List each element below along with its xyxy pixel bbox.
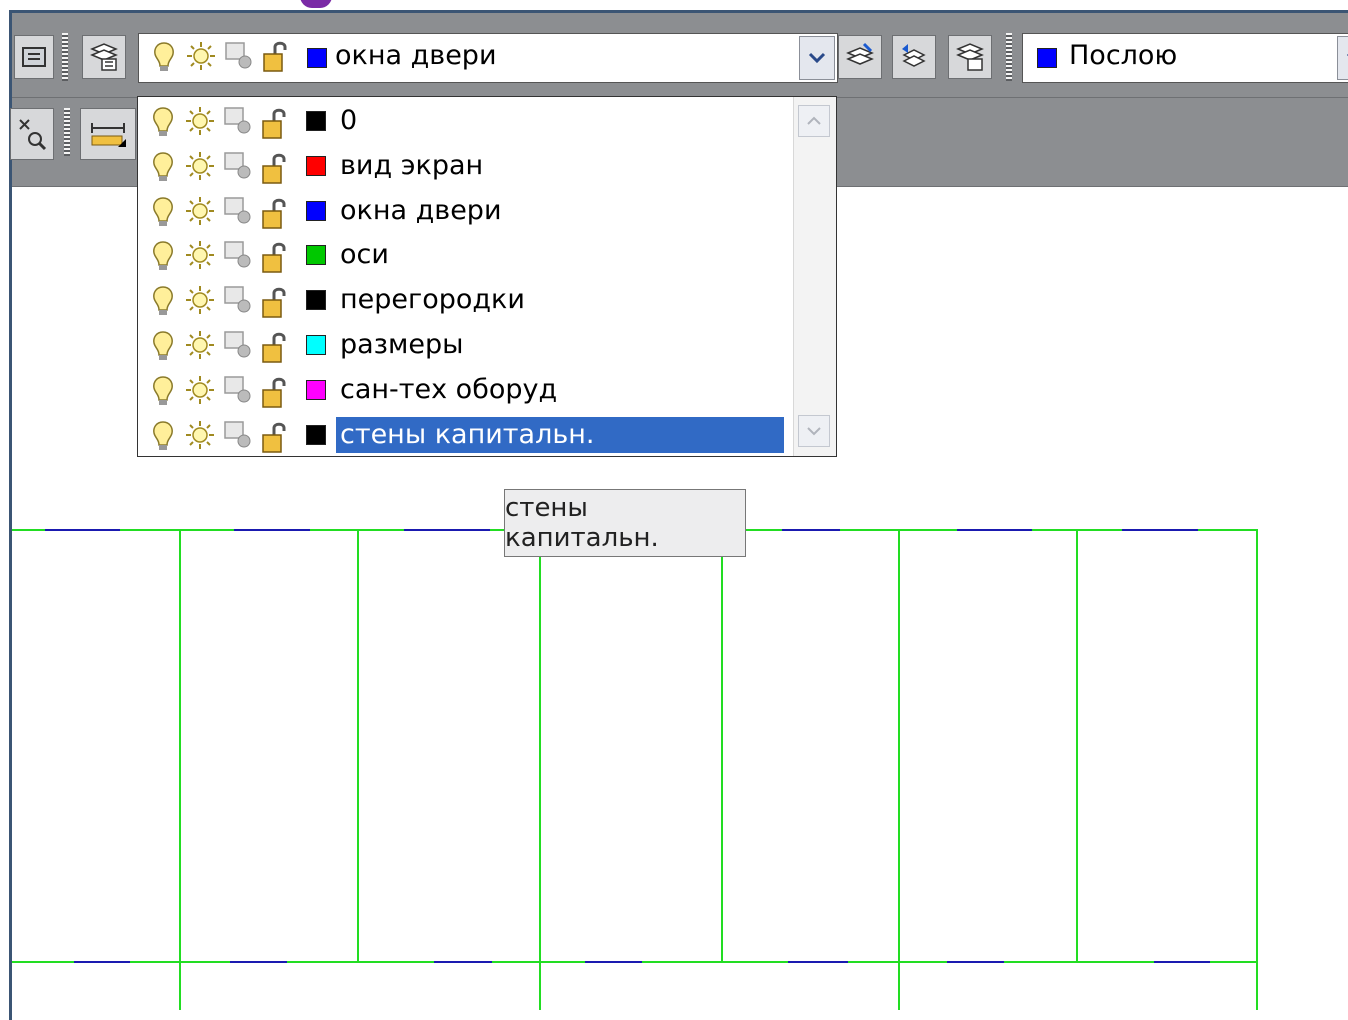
layer-previous-icon [22,47,46,67]
layer-color-swatch [306,245,326,266]
color-dropdown-button[interactable] [1337,36,1348,80]
unlock-icon[interactable] [260,105,288,139]
layer-color-swatch [306,111,326,131]
chevron-down-icon [808,52,826,64]
unlock-icon[interactable] [260,150,288,184]
bulb-icon[interactable] [150,419,178,451]
bulb-icon[interactable] [150,239,178,271]
color-swatch [1037,48,1057,68]
color-control-combo[interactable]: Послою [1022,33,1348,83]
viewport-freeze-icon[interactable] [222,419,251,451]
sun-icon[interactable] [184,284,214,316]
toolbar-grip[interactable] [62,33,68,81]
sun-icon[interactable] [184,150,214,182]
unlock-icon[interactable] [260,239,288,274]
layer-color-swatch [306,200,326,221]
layer-list-item-label: вид экран [340,149,484,181]
viewport-freeze-icon[interactable] [222,195,251,227]
bulb-icon[interactable] [150,284,178,316]
scroll-down-button[interactable] [798,415,830,447]
layer-list-item[interactable]: сан-тех оборуд [138,368,798,412]
layer-manager-icon [90,43,118,71]
layer-list-item-label: стены капитальн. [336,416,784,453]
linear-dimension-button[interactable] [80,108,136,160]
color-control-value: Послою [1069,40,1178,71]
layer-control-combo[interactable]: окна двери [138,33,838,83]
layer-list-item[interactable]: вид экран [138,144,798,188]
bulb-icon[interactable] [150,150,178,182]
layer-list-item-label: окна двери [340,194,502,226]
unlock-icon[interactable] [260,284,288,318]
toolbar-grip[interactable] [64,108,70,156]
layer-color-swatch [306,424,326,445]
layer-color-swatch [307,48,327,68]
layer-list-item[interactable]: стены капитальн. [138,413,798,457]
unlock-icon[interactable] [261,38,293,74]
zoom-icon [19,119,47,151]
layer-states-manager-button[interactable] [948,35,992,79]
layer-previous-button[interactable] [14,35,54,79]
sun-icon[interactable] [184,329,214,361]
layer-list-item[interactable]: перегородки [138,278,798,322]
layer-list-item-label: размеры [340,329,464,360]
layer-list-item-label: перегородки [340,284,525,316]
sun-icon[interactable] [184,195,214,227]
viewport-freeze-icon[interactable] [222,150,251,182]
bulb-icon[interactable] [150,374,178,406]
layer-previous-state-button[interactable] [892,35,936,79]
layer-tooltip: стены капитальн. [504,489,746,557]
scroll-up-button[interactable] [798,105,830,137]
viewport-freeze-icon[interactable] [222,284,251,316]
layer-properties-button[interactable] [82,35,126,79]
bulb-icon[interactable] [150,195,178,227]
layer-list-item-label: оси [340,239,389,271]
layer-list-item-label: сан-тех оборуд [340,373,558,405]
layer-color-swatch [306,155,326,176]
sun-icon[interactable] [184,419,214,451]
dropdown-scrollbar[interactable] [793,97,836,456]
chevron-up-icon [807,116,821,125]
slide-accent [300,0,332,8]
toolbar-grip[interactable] [1006,33,1012,81]
layer-dropdown-list[interactable]: 0 вид экран окна двери оси перегородки размер… [137,96,837,457]
unlock-icon[interactable] [260,329,288,363]
layer-list-item-label: 0 [340,105,358,136]
viewport-freeze-icon[interactable] [222,329,251,361]
sun-icon[interactable] [184,374,214,406]
layer-current-icon [846,42,874,65]
layer-undo-icon [902,44,926,67]
sun-icon[interactable] [184,105,214,137]
layer-states-icon [956,43,984,71]
chevron-down-icon [807,427,821,436]
bulb-icon[interactable] [150,105,178,137]
viewport-freeze-icon[interactable] [222,374,251,406]
layer-dropdown-button[interactable] [799,36,835,80]
unlock-icon[interactable] [260,195,288,229]
current-layer-name: окна двери [335,40,497,71]
viewport-freeze-icon[interactable] [222,239,251,271]
viewport-freeze-icon[interactable] [222,105,251,137]
layer-color-swatch [306,335,326,355]
make-object-layer-current-button[interactable] [838,35,882,79]
unlock-icon[interactable] [260,419,288,453]
layer-color-swatch [306,290,326,311]
dimension-icon [91,123,126,147]
bulb-icon[interactable] [150,329,178,361]
layer-list-item[interactable]: окна двери [138,189,798,233]
layer-list-item[interactable]: оси [138,233,798,277]
layer-color-swatch [306,379,326,400]
zoom-extents-button[interactable] [10,108,54,160]
sun-icon[interactable] [185,40,217,72]
sun-icon[interactable] [184,239,214,271]
layer-list-item[interactable]: 0 [138,99,798,143]
layer-list-item[interactable]: размеры [138,323,798,367]
bulb-icon[interactable] [151,40,177,74]
unlock-icon[interactable] [260,374,288,408]
viewport-freeze-icon[interactable] [223,40,255,72]
layers-toolbar: окна двери Послою [12,13,1348,98]
